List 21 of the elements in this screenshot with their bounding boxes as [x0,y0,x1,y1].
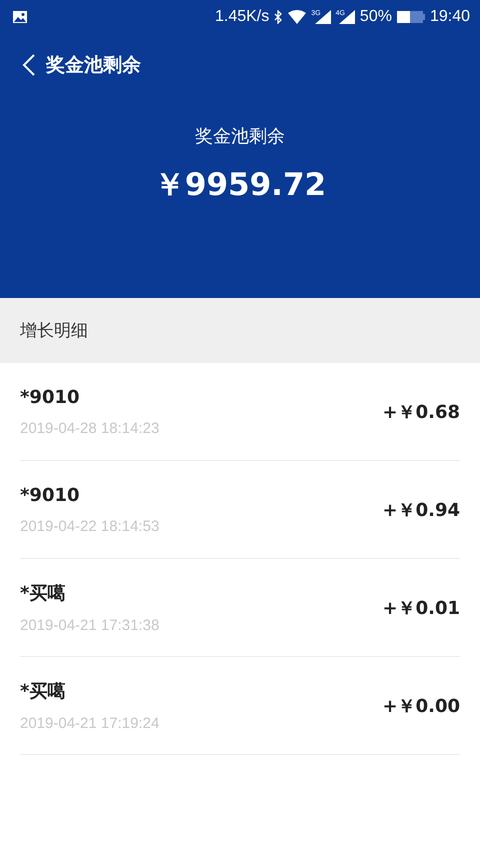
page-title: 奖金池剩余 [46,53,141,78]
bluetooth-icon [274,10,284,24]
section-title: 增长明细 [20,320,88,342]
network-speed: 1.45K/s [214,8,270,26]
battery-percentage: 50% [360,8,392,26]
image-icon [12,10,28,24]
record-amount: +￥0.68 [382,400,460,424]
record-amount: +￥0.00 [382,694,460,718]
record-name: *9010 [20,484,81,506]
pool-label: 奖金池剩余 [194,125,286,148]
back-button[interactable] [22,53,36,77]
record-amount: +￥0.94 [382,498,460,522]
clock: 19:40 [430,8,470,26]
record-amount: +￥0.01 [382,596,460,620]
wifi-icon [288,10,306,24]
record-name: *买噶 [20,680,66,703]
battery-icon [396,10,425,24]
pool-amount: ￥9959.72 [152,166,328,205]
record-name: *9010 [20,386,81,408]
record-name: *买噶 [20,582,66,605]
back-icon [22,53,36,77]
